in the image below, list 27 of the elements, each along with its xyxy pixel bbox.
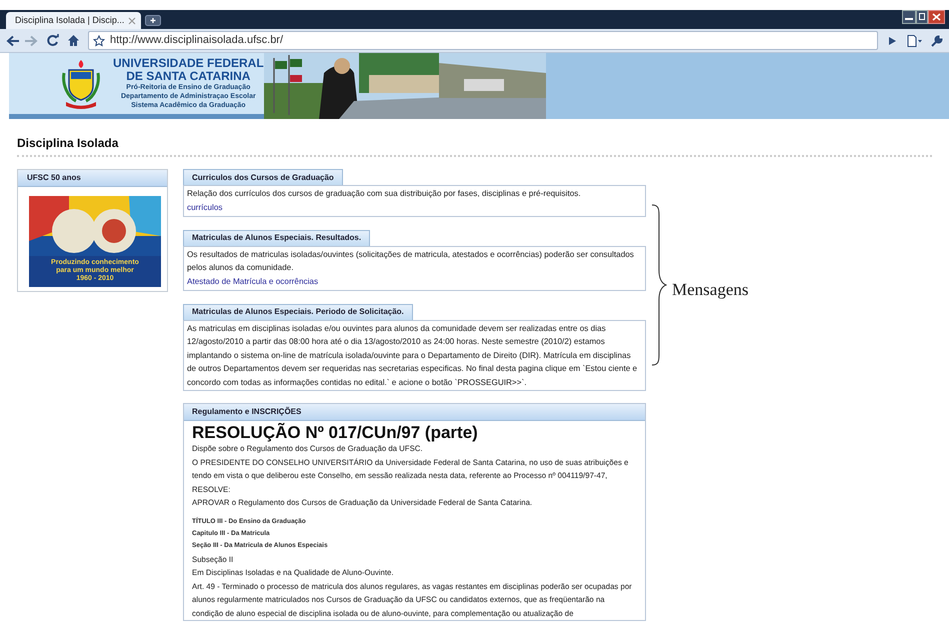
coat-of-arms-icon	[61, 58, 101, 110]
notice-text: As matriculas em disciplinas isoladas e/ou ouvintes para alunos da comunidade devem ser realizadas entre os dias 12/agosto/2010 a partir das 08:00 hora até o dia 13/agosto/2010 as 24:00 horas. Neste semestre (2010/2) estamos implantando o sistema on-line de matrícula isolada/ouvinte para o Departamento de Direito (DIR). Matrícula em disciplinas de outros Departamentos devem ser requeridas nas secretarias especificas. No final desta pagina clique em `Estou ciente e concordo com todas as informações contidas no edital.` e acione o botão `PROSSEGUIR>>`.	[187, 322, 638, 389]
page-menu-icon[interactable]	[907, 34, 923, 46]
tab-title: Disciplina Isolada | Discip...	[15, 14, 124, 27]
notice-link[interactable]: currículos	[187, 200, 222, 214]
browser-tab[interactable]: Disciplina Isolada | Discip...	[6, 12, 141, 29]
close-icon[interactable]	[128, 16, 136, 24]
university-name: UNIVERSIDADE FEDERAL	[113, 57, 264, 70]
notice-link[interactable]: Atestado de Matrícula e ocorrências	[187, 274, 318, 288]
address-bar[interactable]: http://www.disciplinaisolada.ufsc.br/	[88, 31, 878, 50]
resolution-heading: RESOLUÇÃO Nº 017/CUn/97 (parte)	[192, 424, 479, 442]
wrench-icon[interactable]	[931, 34, 943, 46]
new-tab-icon[interactable]	[145, 15, 161, 26]
back-icon[interactable]	[6, 34, 20, 46]
home-icon[interactable]	[67, 34, 80, 47]
url-text: http://www.disciplinaisolada.ufsc.br/	[110, 33, 284, 48]
box-header: UFSC 50 anos	[18, 170, 167, 187]
box-header: Regulamento e INSCRIÇÕES	[184, 404, 645, 421]
play-icon[interactable]	[888, 36, 897, 46]
university-name: DE SANTA CATARINA	[126, 70, 250, 83]
notice-text: Os resultados de matriculas isoladas/ouvintes (solicitações de matricula, atestados e ocorrências) poderão ser consultados pelos alunos da comunidade.	[187, 248, 635, 274]
page-title: Disciplina Isolada	[17, 134, 932, 157]
star-icon[interactable]	[93, 34, 105, 46]
annotation-label: Mensagens	[672, 279, 748, 302]
window-controls-icon[interactable]	[902, 10, 945, 24]
reload-icon[interactable]	[46, 34, 59, 47]
notice-text: Relação dos currículos dos cursos de graduação com sua distribuição por fases, disciplinas e pré-requisitos.	[187, 188, 582, 200]
